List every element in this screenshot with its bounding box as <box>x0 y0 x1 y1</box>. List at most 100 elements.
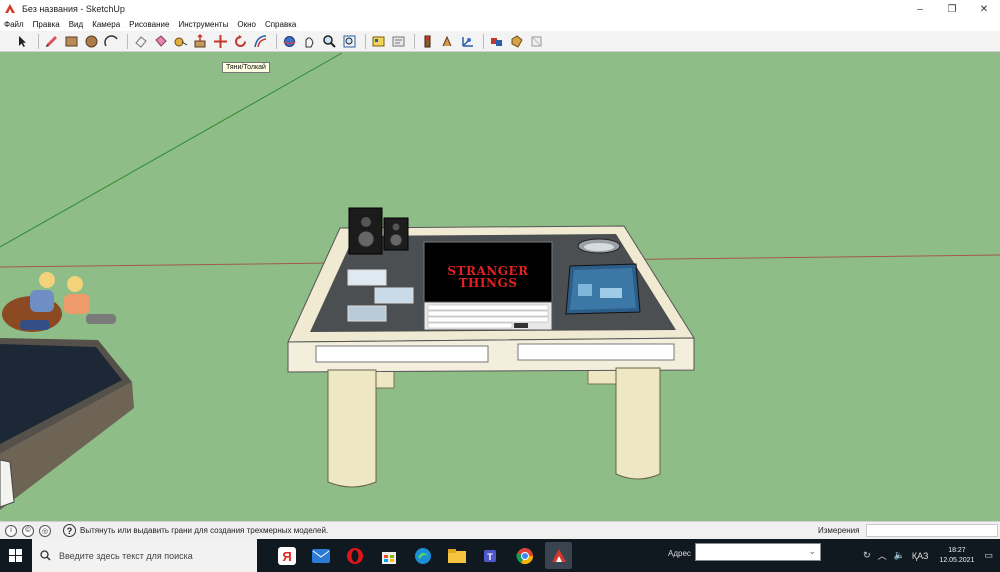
sketchup-taskbar-icon[interactable] <box>545 542 572 569</box>
rectangle-icon[interactable] <box>63 33 80 50</box>
drawer-right <box>517 343 675 361</box>
photo-card-1 <box>347 269 387 286</box>
start-button[interactable] <box>0 539 32 572</box>
status-message: Вытянуть или выдавить грани для создания… <box>80 526 329 535</box>
menu-window[interactable]: Окно <box>237 20 256 29</box>
pencil-icon[interactable] <box>43 33 60 50</box>
minimize-button[interactable]: – <box>904 0 936 18</box>
section-icon[interactable] <box>419 33 436 50</box>
window-controls: – ❐ ✕ <box>904 0 1000 18</box>
close-button[interactable]: ✕ <box>968 0 1000 18</box>
geolocation-icon[interactable]: i <box>5 524 17 537</box>
volume-icon[interactable]: 🔈 <box>894 550 905 561</box>
toolbar-separator <box>127 33 128 49</box>
circle-icon[interactable] <box>83 33 100 50</box>
tablet-widget <box>600 288 622 298</box>
file-explorer-icon[interactable] <box>443 542 470 569</box>
help-icon[interactable]: ? <box>63 524 76 537</box>
styles-icon[interactable] <box>528 33 545 50</box>
search-placeholder: Введите здесь текст для поиска <box>59 550 193 561</box>
system-tray: ↻ ︿ 🔈 ҚАЗ 18:27 12.05.2021 ▭ <box>863 539 1000 572</box>
offset-icon[interactable] <box>252 33 269 50</box>
edge-icon[interactable] <box>409 542 436 569</box>
arc-icon[interactable] <box>103 33 120 50</box>
toolbar-separator <box>365 33 366 49</box>
menu-bar: Файл Правка Вид Камера Рисование Инструм… <box>0 18 1000 31</box>
screen-title-line2: THINGS <box>458 276 518 290</box>
toolbar-separator <box>483 33 484 49</box>
move-icon[interactable] <box>212 33 229 50</box>
axes-icon[interactable] <box>459 33 476 50</box>
taskbar-search[interactable]: Введите здесь текст для поиска <box>32 539 257 572</box>
orbit-icon[interactable] <box>281 33 298 50</box>
pan-icon[interactable] <box>301 33 318 50</box>
push-pull-icon[interactable] <box>192 33 209 50</box>
windows-logo-icon <box>9 548 22 562</box>
green-axis-line <box>0 52 343 248</box>
toolbar-separator <box>38 33 39 49</box>
show-hidden-icons-chevron-icon[interactable]: ︿ <box>878 549 887 562</box>
maximize-button[interactable]: ❐ <box>936 0 968 18</box>
laptop-screen-title: STRANGER THINGS <box>444 265 532 289</box>
store-icon[interactable] <box>375 542 402 569</box>
keyboard-dark-keys <box>514 323 528 328</box>
window-title: Без названия - SketchUp <box>22 4 125 14</box>
title-bar: Без названия - SketchUp – ❐ ✕ <box>0 0 1000 18</box>
menu-tools[interactable]: Инструменты <box>178 20 228 29</box>
refresh-icon[interactable]: ↻ <box>863 550 871 561</box>
menu-camera[interactable]: Камера <box>92 20 120 29</box>
measurements-label: Измерения <box>818 526 860 535</box>
opera-icon[interactable] <box>341 542 368 569</box>
yandex-icon[interactable]: Я <box>273 542 300 569</box>
notification-icon[interactable]: ▭ <box>984 550 993 561</box>
text-icon[interactable] <box>439 33 456 50</box>
windows-taskbar: Введите здесь текст для поиска Я T Адрес… <box>0 539 1000 572</box>
svg-text:T: T <box>487 552 493 562</box>
zoom-icon[interactable] <box>321 33 338 50</box>
chrome-icon[interactable] <box>511 542 538 569</box>
toolbar-separator <box>276 33 277 49</box>
select-icon[interactable] <box>14 33 31 50</box>
table-leg-front-left <box>327 369 377 488</box>
menu-view[interactable]: Вид <box>69 20 83 29</box>
people-figures <box>2 272 116 332</box>
menu-file[interactable]: Файл <box>4 20 24 29</box>
menu-edit[interactable]: Правка <box>33 20 60 29</box>
eraser-icon[interactable] <box>132 33 149 50</box>
warehouse-icon[interactable] <box>370 33 387 50</box>
toolbar-separator <box>414 33 415 49</box>
svg-text:Я: Я <box>282 549 291 564</box>
mail-icon[interactable] <box>307 542 334 569</box>
sketchup-logo-icon <box>5 4 15 13</box>
clock[interactable]: 18:27 12.05.2021 <box>939 546 974 566</box>
credits-icon[interactable]: © <box>22 524 34 537</box>
measurements-input[interactable] <box>866 524 998 537</box>
user-icon[interactable]: ◎ <box>39 524 51 537</box>
cup-holder-inner <box>584 243 614 251</box>
photo-card-2 <box>374 287 414 304</box>
language-indicator[interactable]: ҚАЗ <box>912 551 929 561</box>
components-icon[interactable] <box>488 33 505 50</box>
clock-date: 12.05.2021 <box>939 556 975 564</box>
chevron-down-icon[interactable]: ⌄ <box>808 546 816 557</box>
address-input[interactable]: ⌄ <box>695 543 821 561</box>
search-icon <box>40 550 51 561</box>
rotate-icon[interactable] <box>232 33 249 50</box>
left-cabinet-model <box>0 338 134 510</box>
push-pull-tooltip: Тяни/Толкай <box>222 62 270 73</box>
zoom-extents-icon[interactable] <box>341 33 358 50</box>
table-leg-front-right <box>615 367 661 480</box>
teams-icon[interactable]: T <box>477 542 504 569</box>
materials-icon[interactable] <box>508 33 525 50</box>
drawer-left <box>315 345 489 363</box>
menu-draw[interactable]: Рисование <box>129 20 169 29</box>
status-bar: i © ◎ ? Вытянуть или выдавить грани для … <box>0 521 1000 539</box>
tablet-widget <box>578 284 592 296</box>
3d-viewport[interactable]: STRANGER THINGS Тяни/Толкай <box>0 52 1000 521</box>
menu-help[interactable]: Справка <box>265 20 296 29</box>
paint-bucket-icon[interactable] <box>152 33 169 50</box>
tape-measure-icon[interactable] <box>172 33 189 50</box>
clock-time: 18:27 <box>948 546 966 554</box>
extension-icon[interactable] <box>390 33 407 50</box>
photo-card-3 <box>347 305 387 322</box>
